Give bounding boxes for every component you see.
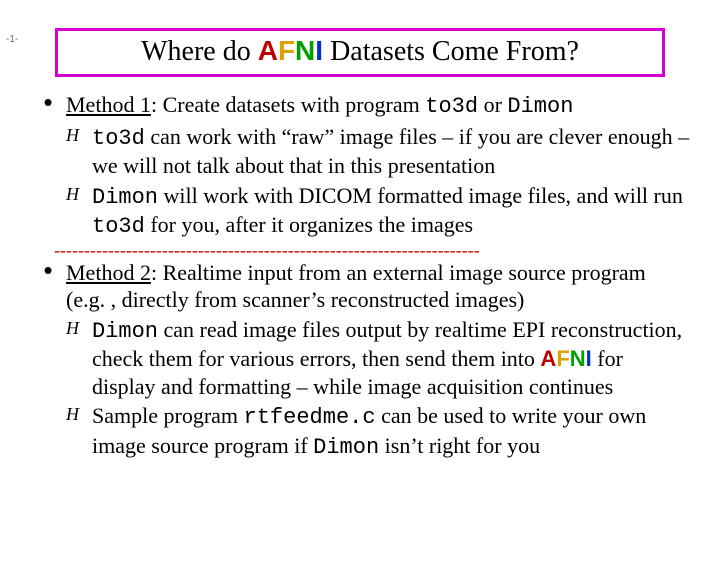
afni-n: N bbox=[570, 346, 586, 371]
afni-f: F bbox=[556, 346, 569, 371]
afni-a: A bbox=[258, 35, 278, 66]
text: or bbox=[478, 92, 507, 117]
afni-f: F bbox=[278, 35, 295, 66]
title-after: Datasets Come From? bbox=[323, 36, 579, 67]
afni-n: N bbox=[295, 35, 315, 66]
method-1: • Method 1: Create datasets with program… bbox=[30, 91, 690, 121]
page-number: -1- bbox=[6, 34, 18, 45]
text: Sample program rtfeedme.c can be used to… bbox=[92, 402, 690, 461]
hand-icon: H bbox=[66, 316, 92, 401]
method-2-sub-1: H Dimon can read image files output by r… bbox=[66, 316, 690, 401]
hand-icon: H bbox=[66, 182, 92, 241]
method-2-sub-2: H Sample program rtfeedme.c can be used … bbox=[66, 402, 690, 461]
page-title: Where do AFNI Datasets Come From? bbox=[66, 35, 654, 68]
method-2-label: Method 2 bbox=[66, 260, 151, 285]
text: Dimon can read image files output by rea… bbox=[92, 316, 690, 401]
method-1-label: Method 1 bbox=[66, 92, 151, 117]
text: : Realtime input from an external image … bbox=[66, 260, 646, 313]
separator: ----------------------------------------… bbox=[54, 243, 690, 257]
hand-icon: H bbox=[66, 123, 92, 180]
code-to3d: to3d bbox=[425, 94, 478, 119]
text: can work with “raw” image files – if you… bbox=[92, 124, 689, 179]
text: Dimon will work with DICOM formatted ima… bbox=[92, 182, 690, 241]
content: • Method 1: Create datasets with program… bbox=[0, 91, 720, 461]
title-box: Where do AFNI Datasets Come From? bbox=[55, 28, 665, 77]
method-1-sub-1: H to3d can work with “raw” image files –… bbox=[66, 123, 690, 180]
text: Sample program bbox=[92, 403, 244, 428]
method-2-text: Method 2: Realtime input from an externa… bbox=[66, 259, 690, 314]
code-to3d: to3d bbox=[92, 126, 145, 151]
title-before: Where do bbox=[141, 36, 258, 67]
afni-a: A bbox=[540, 346, 556, 371]
code-dimon: Dimon bbox=[313, 435, 379, 460]
code-to3d: to3d bbox=[92, 214, 145, 239]
code-dimon: Dimon bbox=[92, 319, 158, 344]
hand-icon: H bbox=[66, 402, 92, 461]
code-rtfeedme: rtfeedme.c bbox=[244, 405, 376, 430]
text: to3d can work with “raw” image files – i… bbox=[92, 123, 690, 180]
method-1-text: Method 1: Create datasets with program t… bbox=[66, 91, 690, 121]
bullet-icon: • bbox=[30, 91, 66, 121]
text: will work with DICOM formatted image fil… bbox=[158, 183, 683, 208]
code-dimon: Dimon bbox=[507, 94, 573, 119]
code-dimon: Dimon bbox=[92, 185, 158, 210]
afni-i: I bbox=[315, 35, 323, 66]
method-1-sub-2: H Dimon will work with DICOM formatted i… bbox=[66, 182, 690, 241]
method-2: • Method 2: Realtime input from an exter… bbox=[30, 259, 690, 314]
text: : Create datasets with program bbox=[151, 92, 425, 117]
text: isn’t right for you bbox=[379, 433, 540, 458]
bullet-icon: • bbox=[30, 259, 66, 314]
text: for you, after it organizes the images bbox=[145, 212, 473, 237]
